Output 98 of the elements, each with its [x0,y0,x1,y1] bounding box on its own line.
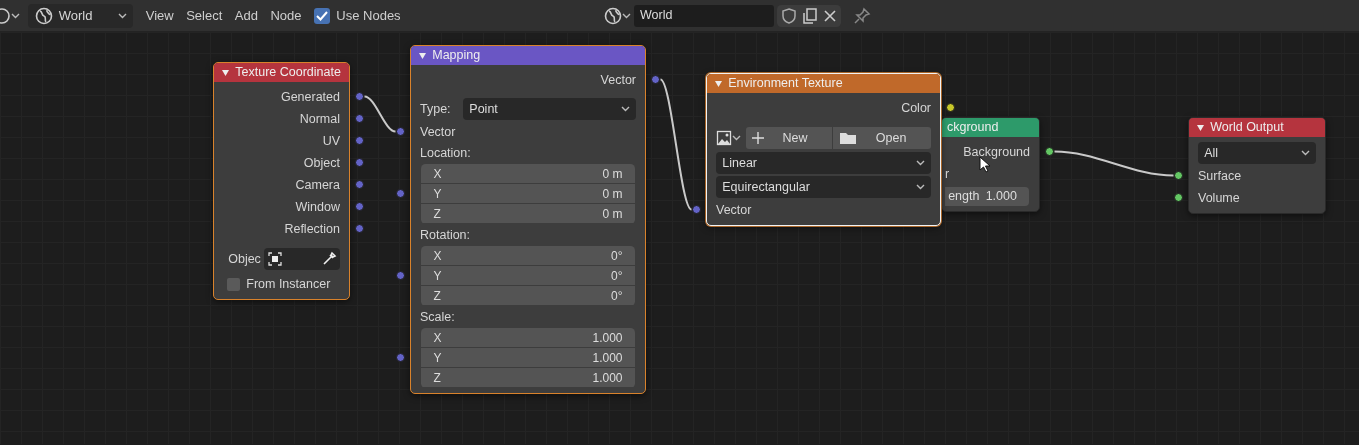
dropdown-field[interactable]: Linear [716,152,931,174]
image-icon [716,130,732,146]
socket-label: Object [303,154,340,172]
object-icon [267,251,284,267]
world-dropdown[interactable]: World [28,3,134,28]
editor-type-icon[interactable] [0,6,22,25]
node-socket[interactable] [396,353,405,362]
caret-icon [118,12,127,19]
dropdown-field[interactable]: Equirectangular [716,176,931,198]
socket-label: Vector [600,71,636,89]
node-socket[interactable] [355,202,364,211]
socket-label: r [945,165,950,183]
socket-label: Generated [280,88,340,106]
number-field[interactable]: Z 1.000 [421,368,635,387]
dropdown-field[interactable]: Point [463,98,636,120]
duplicate-icon[interactable] [801,6,820,25]
close-icon[interactable] [822,7,839,24]
caret-icon [1300,150,1310,156]
number-field[interactable]: Y 0° [421,266,635,285]
node-socket[interactable] [651,75,660,84]
menu-item[interactable]: View [145,5,174,26]
caret-icon [915,160,925,166]
socket-label: Background [963,143,1030,161]
node-title: Texture Coordinate [235,64,341,82]
number-field[interactable]: Y 1.000 [421,348,635,367]
collapse-icon[interactable] [1197,124,1204,131]
node-socket[interactable] [355,136,364,145]
number-field[interactable]: ength 1.000 [945,186,1029,206]
socket-label: Reflection [284,220,340,238]
check-icon [316,10,329,21]
dropdown-field[interactable]: All [1198,142,1316,164]
socket-label: Normal [299,110,340,128]
caret-icon [621,12,631,19]
section-label: Rotation: [420,226,471,244]
collapse-icon[interactable] [222,69,229,76]
node-socket[interactable] [396,271,405,280]
node-title: World Output [1210,119,1284,137]
node-title: Mapping [432,47,481,65]
menu-item[interactable]: Select [186,5,223,26]
socket-label: Vector [420,123,456,141]
socket-label: Color [901,99,931,117]
open-button[interactable]: Open [832,127,931,149]
shield-icon[interactable] [780,6,798,25]
world-browse-button[interactable] [603,6,631,25]
section-label: Scale: [420,308,455,326]
node-header[interactable]: World Output [1189,118,1325,137]
checkbox[interactable] [314,7,331,24]
node-socket[interactable] [396,127,405,136]
node-socket[interactable] [355,114,364,123]
new-button[interactable]: New [746,127,833,149]
node-socket[interactable] [396,189,405,198]
socket-label: Vector [716,201,752,219]
caret-icon [620,106,630,112]
caret-icon [732,135,741,141]
field-label: Type: [420,100,451,118]
socket-label: Surface [1198,167,1242,185]
node-title: Environment Texture [728,75,843,93]
pin-icon[interactable] [852,6,871,25]
socket-label: Window [295,198,340,216]
node-header[interactable]: Environment Texture [707,74,940,93]
field-label: Objec [228,250,261,268]
socket-label: UV [322,132,340,150]
menu-item[interactable]: Node [270,5,302,26]
caret-icon [915,184,925,190]
socket-label: Volume [1198,189,1240,207]
node-socket[interactable] [1174,193,1183,202]
collapse-icon[interactable] [715,80,722,87]
section-label: Location: [420,144,471,162]
name-field[interactable]: World [633,4,774,27]
checkbox-label: Use Nodes [336,6,401,25]
node-header[interactable]: ckground [942,118,1039,137]
collapse-icon[interactable] [419,52,426,59]
node-socket[interactable] [355,158,364,167]
plus-icon [752,132,765,144]
node-socket[interactable] [692,205,701,214]
object-field[interactable] [264,248,340,270]
number-field[interactable]: X 0° [421,246,635,265]
node-socket[interactable] [355,92,364,101]
node-socket[interactable] [946,103,955,112]
node-title: ckground [947,119,999,137]
globe-icon [34,6,53,25]
globe-icon [603,6,622,25]
node-socket[interactable] [355,180,364,189]
node-header[interactable]: Mapping [411,46,645,65]
node-socket[interactable] [355,224,364,233]
node-socket[interactable] [1045,147,1054,156]
number-field[interactable]: X 0 m [421,164,635,183]
number-field[interactable]: Y 0 m [421,184,635,203]
folder-icon [839,131,858,145]
menu-item[interactable]: Add [234,5,258,26]
checkbox[interactable] [227,277,240,291]
number-field[interactable]: X 1.000 [421,328,635,347]
number-field[interactable]: Z 0 m [421,204,635,223]
socket-label: Camera [295,176,340,194]
number-field[interactable]: Z 0° [421,286,635,305]
node-socket[interactable] [1174,171,1183,180]
node-header[interactable]: Texture Coordinate [214,63,349,82]
checkbox-label: From Instancer [246,275,331,293]
